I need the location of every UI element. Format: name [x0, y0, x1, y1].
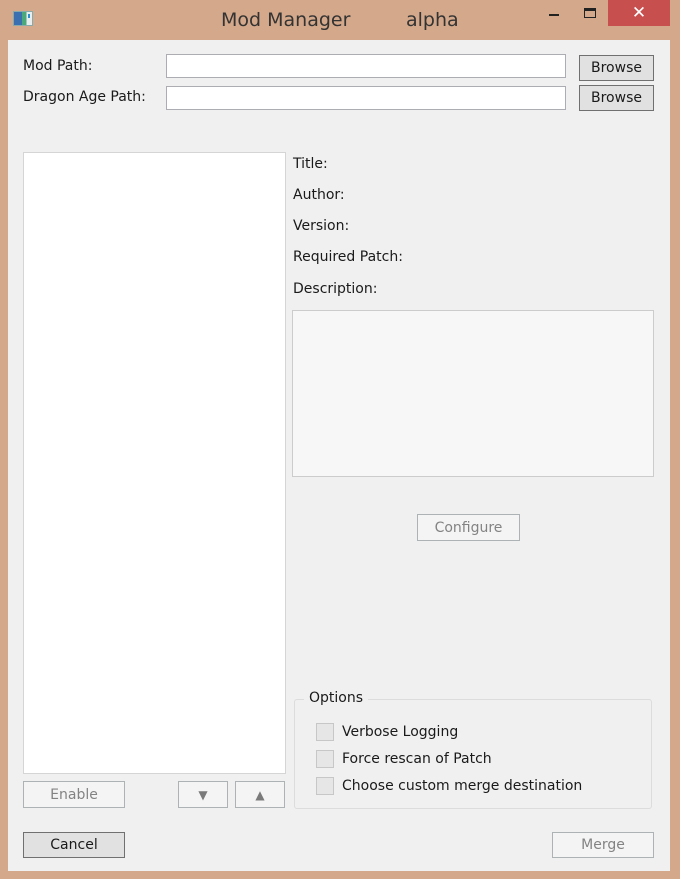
merge-button[interactable]: Merge: [552, 832, 654, 858]
force-rescan-label: Force rescan of Patch: [342, 751, 492, 767]
move-down-button[interactable]: ▼: [178, 781, 228, 808]
description-box[interactable]: [292, 310, 654, 477]
mod-title-label: Title:: [293, 156, 328, 172]
minimize-button[interactable]: [540, 0, 568, 26]
close-button[interactable]: ✕: [608, 0, 670, 26]
verbose-logging-label: Verbose Logging: [342, 724, 459, 740]
window-title-tag: alpha: [406, 9, 459, 31]
options-legend: Options: [304, 690, 369, 706]
configure-button[interactable]: Configure: [417, 514, 520, 541]
app-icon[interactable]: [13, 11, 33, 26]
enable-button[interactable]: Enable: [23, 781, 125, 808]
dragon-age-path-label: Dragon Age Path:: [23, 89, 146, 105]
mod-path-input[interactable]: [166, 54, 566, 78]
mod-version-label: Version:: [293, 218, 350, 234]
close-icon: ✕: [631, 3, 647, 23]
dragon-age-path-input[interactable]: [166, 86, 566, 110]
minimize-icon: [549, 14, 559, 16]
arrow-down-icon: ▼: [198, 787, 208, 802]
force-rescan-option[interactable]: Force rescan of Patch: [316, 750, 492, 768]
force-rescan-checkbox[interactable]: [316, 750, 334, 768]
verbose-logging-checkbox[interactable]: [316, 723, 334, 741]
custom-merge-destination-label: Choose custom merge destination: [342, 778, 583, 794]
maximize-icon: [584, 8, 596, 18]
main-panel: Mod Path: Browse Dragon Age Path: Browse…: [8, 40, 670, 871]
title-bar[interactable]: Mod Manager alpha ✕: [0, 0, 680, 40]
maximize-button[interactable]: [576, 0, 604, 26]
mod-list[interactable]: [23, 152, 286, 774]
window-title: Mod Manager: [221, 9, 351, 31]
arrow-up-icon: ▲: [255, 787, 265, 802]
required-patch-label: Required Patch:: [293, 249, 403, 265]
verbose-logging-option[interactable]: Verbose Logging: [316, 723, 458, 741]
mod-author-label: Author:: [293, 187, 345, 203]
custom-merge-destination-checkbox[interactable]: [316, 777, 334, 795]
description-label: Description:: [293, 281, 378, 297]
dragon-age-path-browse-button[interactable]: Browse: [579, 85, 654, 111]
cancel-button[interactable]: Cancel: [23, 832, 125, 858]
mod-path-browse-button[interactable]: Browse: [579, 55, 654, 81]
custom-merge-destination-option[interactable]: Choose custom merge destination: [316, 777, 582, 795]
mod-path-label: Mod Path:: [23, 58, 93, 74]
move-up-button[interactable]: ▲: [235, 781, 285, 808]
